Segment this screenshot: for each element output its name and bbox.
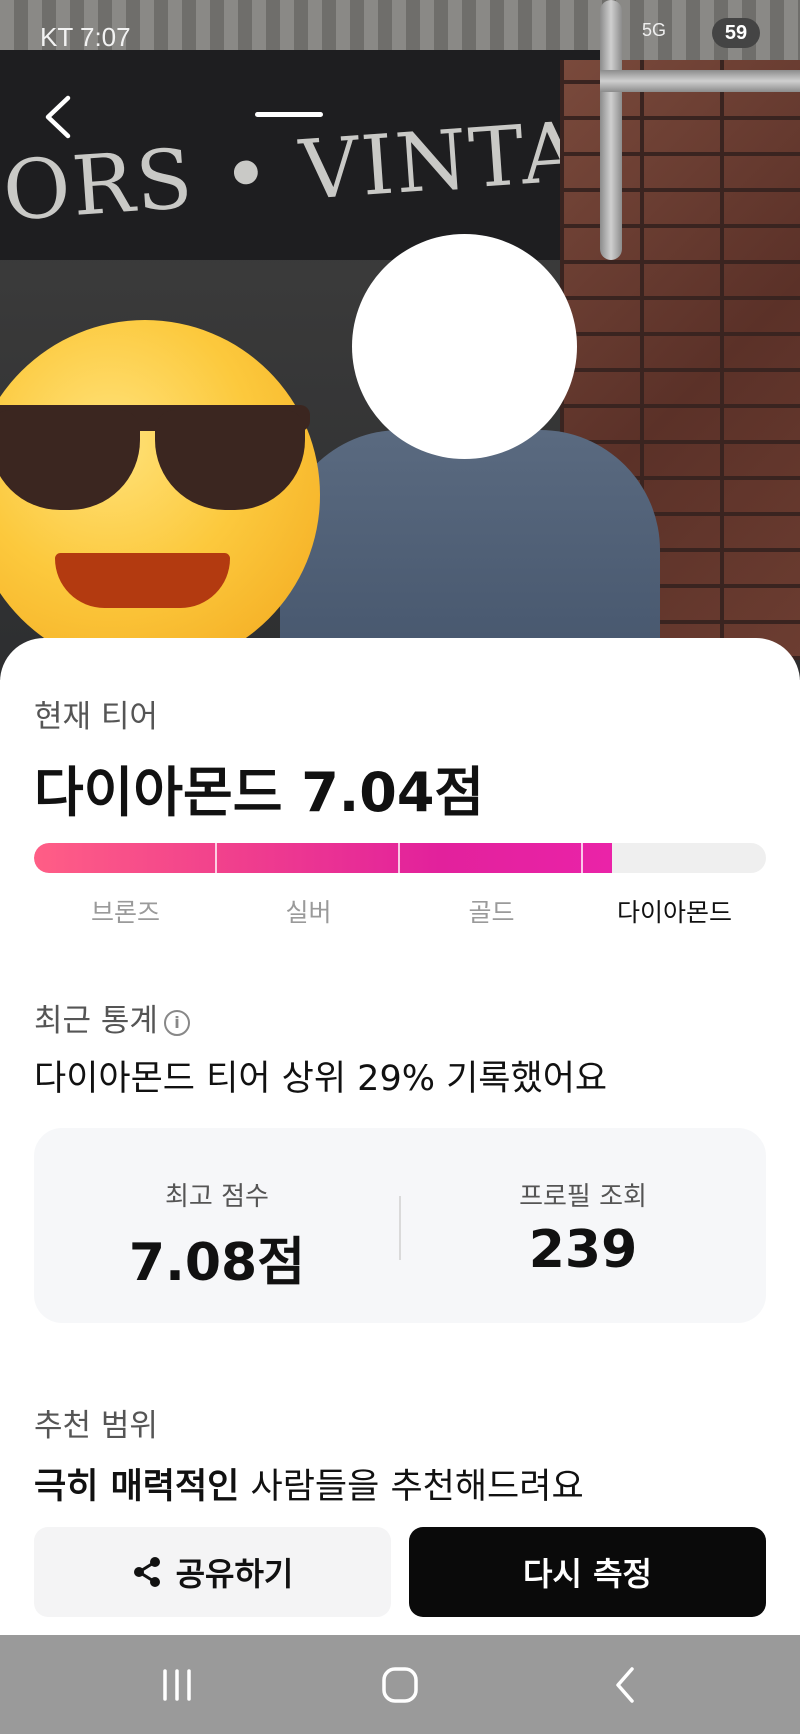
info-icon[interactable]: i <box>163 1009 190 1036</box>
recent-stats-label: 최근 통계 i <box>34 995 190 1040</box>
stat-best-score-value: 7.08점 <box>128 1233 306 1293</box>
photo-pager-indicator <box>255 112 323 117</box>
stat-profile-views-label: 프로필 조회 <box>519 1182 647 1212</box>
network-indicator: 5G <box>642 20 667 40</box>
remeasure-button-label: 다시 측정 <box>523 1555 652 1593</box>
back-icon <box>616 1666 634 1703</box>
stats-card: 최고 점수 7.08점 프로필 조회 239 <box>34 1128 766 1323</box>
stat-profile-views: 프로필 조회 239 <box>400 1128 766 1323</box>
share-button-label: 공유하기 <box>175 1555 294 1593</box>
pipe-horizontal <box>600 70 800 92</box>
tier-progress-separator <box>398 843 400 873</box>
tier-level-gold: 골드 <box>468 898 515 927</box>
recent-stats-label-text: 최근 통계 <box>34 1003 158 1039</box>
stat-best-score-label: 최고 점수 <box>165 1182 269 1212</box>
status-bar: KT 7:07 5G 59 <box>0 18 800 58</box>
nav-back-button[interactable] <box>565 1635 685 1734</box>
remeasure-button[interactable]: 다시 측정 <box>409 1527 766 1617</box>
stat-best-score: 최고 점수 7.08점 <box>34 1128 400 1323</box>
face-cover <box>352 234 577 459</box>
tier-progress-separator <box>581 843 583 873</box>
recent-stats-description: 다이아몬드 티어 상위 29% 기록했어요 <box>34 1059 608 1099</box>
result-sheet: 현재 티어 다이아몬드 7.04점 브론즈 실버 골드 다이아몬드 최근 통계 i… <box>0 638 800 1638</box>
recents-icon <box>163 1668 191 1701</box>
emoji-mouth <box>55 553 230 608</box>
back-button[interactable] <box>38 92 78 142</box>
tier-progress-separator <box>215 843 217 873</box>
tier-progress-fill <box>34 843 613 873</box>
recommend-range-label: 추천 범위 <box>34 1408 158 1444</box>
battery-badge: 59 <box>712 18 760 48</box>
status-time: KT 7:07 <box>40 22 131 52</box>
recommend-range-rest: 사람들을 추천해드려요 <box>239 1467 584 1507</box>
nav-recents-button[interactable] <box>117 1635 237 1734</box>
stat-profile-views-value: 239 <box>528 1220 638 1280</box>
recommend-range-highlight: 극히 매력적인 <box>34 1467 240 1507</box>
share-icon <box>133 1557 160 1587</box>
tier-progress-bar <box>34 843 766 873</box>
current-tier-label: 현재 티어 <box>34 699 158 735</box>
recommend-range-description: 극히 매력적인 사람들을 추천해드려요 <box>34 1458 584 1509</box>
system-navigation-bar <box>0 1635 800 1734</box>
chevron-left-icon <box>45 95 71 139</box>
share-button[interactable]: 공유하기 <box>34 1527 391 1617</box>
profile-photo: ORS • VINTAGE • TOY <box>0 0 800 680</box>
tier-level-bronze: 브론즈 <box>90 898 160 927</box>
store-sign: ORS • VINTAGE • TOY <box>0 50 800 260</box>
home-icon <box>382 1666 418 1703</box>
tier-level-diamond: 다이아몬드 <box>616 898 732 927</box>
tier-level-silver: 실버 <box>285 898 332 927</box>
tier-score-title: 다이아몬드 7.04점 <box>34 761 485 824</box>
nav-home-button[interactable] <box>340 1635 460 1734</box>
